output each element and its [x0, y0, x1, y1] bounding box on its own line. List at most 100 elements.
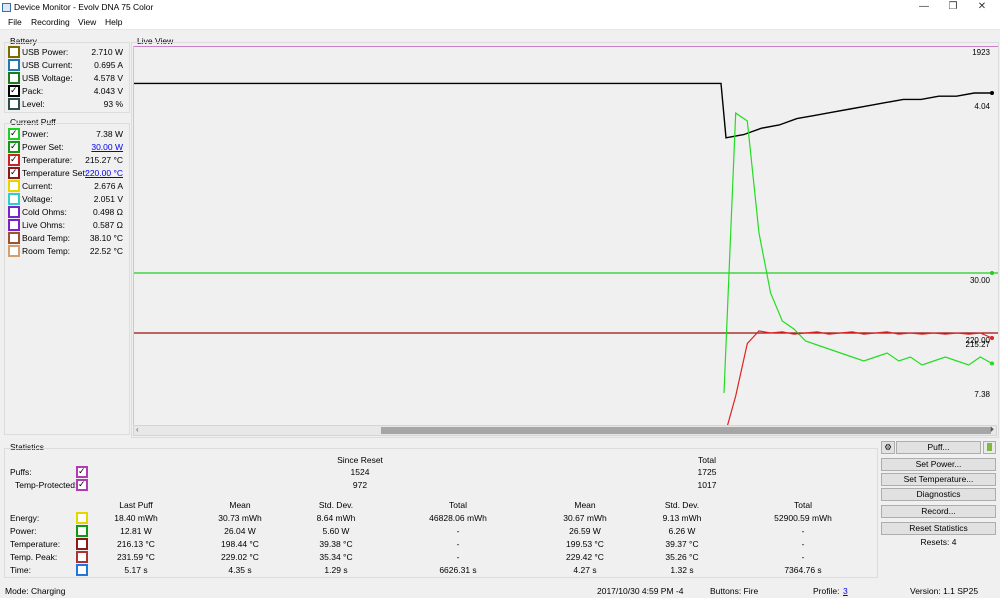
- sidebar-row: USB Power: 2.710 W: [8, 46, 123, 59]
- stat-cell: 26.59 W: [569, 526, 601, 536]
- scroll-right-icon[interactable]: ⏵: [990, 425, 994, 435]
- window-title: Device Monitor - Evolv DNA 75 Color: [14, 2, 154, 12]
- row-value[interactable]: 220.00 °C: [85, 168, 123, 178]
- status-profile-link[interactable]: 3: [843, 586, 848, 596]
- check-icon: ✓: [10, 154, 18, 164]
- close-button[interactable]: ✕: [968, 0, 996, 15]
- live-view-chart[interactable]: 1923 4.04 30.00 220.00 215.27 7.38: [133, 45, 998, 439]
- battery-icon: [983, 441, 996, 454]
- stat-cell: 18.40 mWh: [114, 513, 158, 523]
- status-bar: Mode: Charging 2017/10/30 4:59 PM -4 But…: [0, 583, 1000, 598]
- row-value: 38.10 °C: [89, 233, 123, 243]
- scroll-thumb[interactable]: [381, 427, 991, 434]
- stat-cell: -: [801, 552, 805, 562]
- series-checkbox[interactable]: [8, 59, 20, 71]
- row-value: 0.695 A: [94, 60, 123, 70]
- sidebar-row: Voltage: 2.051 V: [8, 193, 123, 206]
- stat-checkbox[interactable]: ✓: [76, 479, 88, 491]
- row-label: USB Voltage:: [22, 73, 73, 83]
- series-end-marker: [990, 91, 994, 95]
- stat-cell: 231.59 °C: [117, 552, 155, 562]
- series-checkbox[interactable]: [8, 46, 20, 58]
- menu-file[interactable]: File: [8, 17, 22, 27]
- stat-cell: 35.26 °C: [665, 552, 699, 562]
- stat-checkbox[interactable]: ✓: [76, 466, 88, 478]
- record-button[interactable]: Record...: [881, 505, 996, 518]
- chart-scrollbar[interactable]: ‹ ⏵: [133, 425, 997, 436]
- reset-statistics-button[interactable]: Reset Statistics: [881, 522, 996, 535]
- check-icon: ✓: [78, 466, 86, 476]
- restore-button[interactable]: ❐: [939, 0, 967, 15]
- series-checkbox[interactable]: [8, 180, 20, 192]
- stat-cell: 199.53 °C: [566, 539, 604, 549]
- stat-cell: 1.32 s: [670, 565, 694, 575]
- stat-cell: 8.64 mWh: [316, 513, 356, 523]
- row-value: 2.676 A: [94, 181, 123, 191]
- series-checkbox[interactable]: [8, 72, 20, 84]
- menu-view[interactable]: View: [78, 17, 96, 27]
- check-icon: ✓: [78, 479, 86, 489]
- row-label: Board Temp:: [22, 233, 71, 243]
- stat-cell: -: [456, 539, 460, 549]
- check-icon: ✓: [10, 128, 18, 138]
- status-datetime: 2017/10/30 4:59 PM -4: [597, 586, 684, 596]
- series-end-marker: [990, 271, 994, 275]
- stat-cell: 6.26 W: [668, 526, 696, 536]
- stat-cell: 4.35 s: [228, 565, 252, 575]
- sidebar-row: Board Temp: 38.10 °C: [8, 232, 123, 245]
- menu-recording[interactable]: Recording: [31, 17, 70, 27]
- sidebar-row: ✓ Pack: 4.043 V: [8, 85, 123, 98]
- set-temperature-button[interactable]: Set Temperature...: [881, 473, 996, 486]
- diagnostics-button[interactable]: Diagnostics: [881, 488, 996, 501]
- series-checkbox[interactable]: ✓: [8, 128, 20, 140]
- row-value: 93 %: [103, 99, 123, 109]
- puff-settings-icon[interactable]: ⚙: [881, 441, 895, 454]
- row-label: Temperature:: [22, 155, 73, 165]
- stat-cell: 5.17 s: [124, 565, 148, 575]
- row-label: Level:: [22, 99, 45, 109]
- series-checkbox[interactable]: ✓: [8, 141, 20, 153]
- temperature-line: [723, 330, 993, 439]
- stat-cell: -: [456, 552, 460, 562]
- menu-help[interactable]: Help: [105, 17, 122, 27]
- series-checkbox[interactable]: ✓: [8, 167, 20, 179]
- series-checkbox[interactable]: [8, 193, 20, 205]
- row-label: USB Current:: [22, 60, 73, 70]
- sidebar-row: ✓ Power: 7.38 W: [8, 128, 123, 141]
- puffs-since-reset: 1524: [350, 467, 370, 477]
- series-checkbox[interactable]: [8, 206, 20, 218]
- series-checkbox[interactable]: ✓: [8, 154, 20, 166]
- puff-button[interactable]: Puff...: [896, 441, 981, 454]
- set-power-button[interactable]: Set Power...: [881, 458, 996, 471]
- temp-protected-total: 1017: [697, 480, 717, 490]
- since-reset-header: Since Reset: [337, 455, 383, 465]
- stat-column-header: Last Puff: [119, 500, 153, 510]
- stat-column-header: Std. Dev.: [318, 500, 354, 510]
- series-checkbox[interactable]: [8, 232, 20, 244]
- sidebar-row: Level: 93 %: [8, 98, 123, 111]
- sidebar-row: Cold Ohms: 0.498 Ω: [8, 206, 123, 219]
- row-label: Temperature Set:: [22, 168, 88, 178]
- series-checkbox[interactable]: ✓: [8, 85, 20, 97]
- series-end-marker: [990, 361, 994, 366]
- stat-cell: 1.29 s: [324, 565, 348, 575]
- row-value: 4.578 V: [93, 73, 123, 83]
- row-label: Live Ohms:: [22, 220, 65, 230]
- stat-cell: 216.13 °C: [117, 539, 155, 549]
- row-label: Voltage:: [22, 194, 53, 204]
- minimize-button[interactable]: —: [910, 0, 938, 15]
- series-checkbox[interactable]: [8, 98, 20, 110]
- stat-column-header: Std. Dev.: [664, 500, 700, 510]
- row-value: 2.051 V: [93, 194, 123, 204]
- scroll-left-icon[interactable]: ‹: [136, 425, 139, 434]
- row-value[interactable]: 30.00 W: [91, 142, 123, 152]
- series-value-label: 215.27: [966, 340, 991, 349]
- title-bar: Device Monitor - Evolv DNA 75 Color — ❐ …: [0, 0, 1000, 15]
- series-checkbox[interactable]: [8, 219, 20, 231]
- series-value-label: 1923: [972, 48, 990, 57]
- stat-cell: -: [456, 526, 460, 536]
- sidebar-row: ✓ Temperature: 215.27 °C: [8, 154, 123, 167]
- row-label: Room Temp:: [22, 246, 71, 256]
- sidebar-row: ✓ Temperature Set: 220.00 °C: [8, 167, 123, 180]
- series-checkbox[interactable]: [8, 245, 20, 257]
